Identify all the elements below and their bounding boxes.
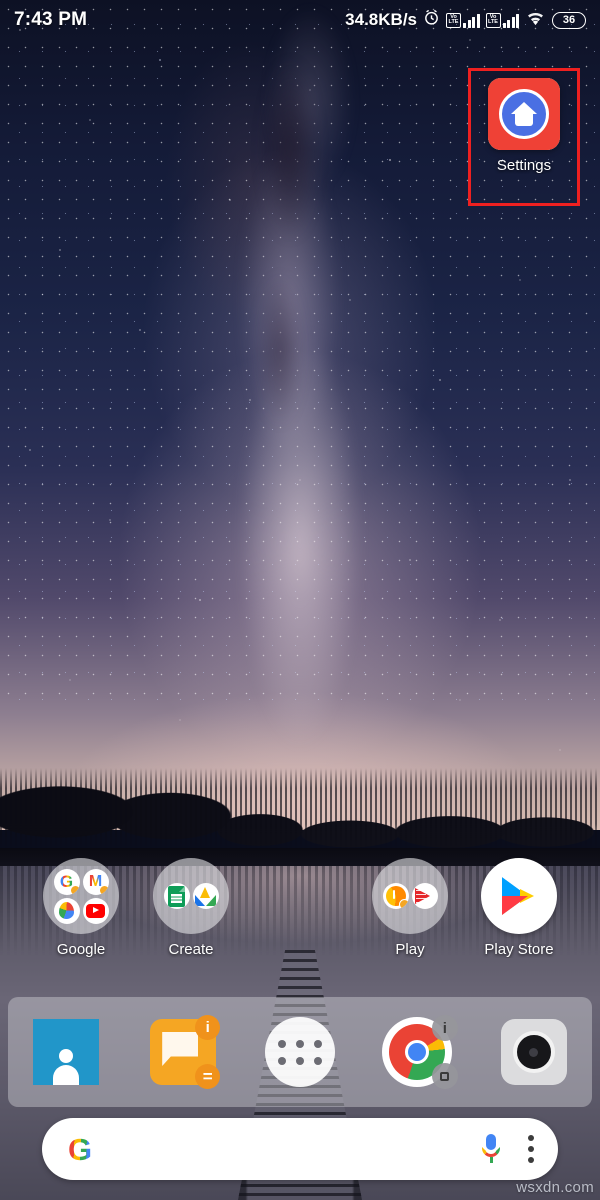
volte-icon-sim2: Vo LTE [485, 12, 501, 28]
youtube-icon [86, 903, 105, 918]
battery-indicator: 36 [552, 11, 586, 29]
signal-bars-icon-sim1 [463, 13, 480, 28]
dock-item-messaging[interactable]: i = [145, 1014, 221, 1090]
volte-icon-sim1: Vo LTE [446, 12, 461, 28]
update-badge [98, 884, 109, 895]
signal-bars-icon-sim2 [502, 13, 519, 28]
folder-play[interactable]: Play [356, 858, 464, 958]
treeline-branches [0, 768, 600, 848]
folder-label-create: Create [168, 941, 214, 958]
milky-way-dust-lane [230, 60, 350, 560]
play-store-triangle [502, 877, 536, 915]
contacts-icon [33, 1019, 100, 1085]
mini-icon-sheets [163, 883, 190, 909]
google-maps-icon [59, 902, 74, 919]
mini-icon-youtube [82, 897, 109, 924]
wifi-icon [525, 9, 546, 31]
folder-google[interactable]: G M Google [27, 858, 135, 958]
network-speed: 34.8KB/s [345, 10, 417, 29]
sim2-signal: Vo LTE [485, 12, 519, 28]
status-time: 7:43 PM [14, 9, 88, 30]
folder-icon-google: G M [43, 858, 119, 934]
chrome-core [404, 1040, 429, 1064]
mini-icon-play-music [382, 883, 409, 909]
app-label-play-store: Play Store [484, 941, 554, 958]
dock-item-app-drawer[interactable] [262, 1014, 338, 1090]
alarm-clock-icon [423, 9, 440, 31]
watermark: wsxdn.com [516, 1179, 594, 1196]
stop-square-icon[interactable] [431, 1063, 458, 1089]
person-glyph-icon [50, 1047, 82, 1085]
chrome-icon: i [381, 1015, 458, 1089]
folder-icon-play [372, 858, 448, 934]
google-g-icon: G [68, 1131, 93, 1167]
app-icon-play-store[interactable]: Play Store [465, 858, 573, 958]
mini-icon-drive [192, 883, 219, 909]
info-badge-icon[interactable]: i [431, 1015, 458, 1041]
google-sheets-icon [168, 885, 185, 907]
folder-icon-create [153, 858, 229, 934]
app-icon-settings[interactable]: Settings [470, 78, 578, 174]
app-label-settings: Settings [496, 157, 552, 174]
speech-bubble-icon [162, 1032, 199, 1066]
home-house-icon [511, 102, 537, 126]
folder-label-google: Google [56, 941, 106, 958]
mini-icon-maps [53, 897, 80, 924]
google-search-bar[interactable]: G [42, 1118, 558, 1180]
three-dot-menu-icon[interactable] [528, 1135, 534, 1163]
mini-icon-google: G [53, 868, 80, 895]
battery-level: 36 [562, 14, 576, 26]
dock: i = i [8, 997, 592, 1107]
settings-icon-circle [499, 89, 549, 139]
play-movies-icon [415, 887, 434, 905]
camera-lens-icon [512, 1031, 555, 1073]
volte-bottom-sim1: LTE [448, 19, 459, 25]
mini-icon-gmail: M [82, 868, 109, 895]
google-drive-icon [195, 886, 216, 906]
info-badge-icon[interactable]: i [195, 1015, 221, 1040]
update-badge [69, 884, 80, 895]
status-icons: 34.8KB/s Vo LTE Vo LTE 36 [345, 9, 586, 31]
dock-item-contacts[interactable] [28, 1014, 104, 1090]
app-drawer-icon [264, 1017, 335, 1087]
camera-icon [500, 1019, 567, 1085]
dock-item-chrome[interactable]: i [379, 1014, 458, 1090]
status-bar[interactable]: 7:43 PM 34.8KB/s Vo LTE Vo LTE 36 [0, 0, 600, 40]
settings-home-icon [488, 78, 560, 150]
folder-label-play: Play [395, 941, 425, 958]
volte-bottom-sim2: LTE [488, 19, 498, 25]
dock-item-camera[interactable] [496, 1014, 572, 1090]
equals-badge-icon[interactable]: = [195, 1064, 221, 1089]
messaging-icon: i = [150, 1015, 221, 1089]
folder-create[interactable]: Create [137, 858, 245, 958]
microphone-icon[interactable] [482, 1134, 500, 1164]
play-store-icon [481, 858, 557, 934]
sim1-signal: Vo LTE [446, 12, 480, 28]
mini-icon-play-movies [411, 883, 438, 909]
update-badge [398, 899, 409, 909]
